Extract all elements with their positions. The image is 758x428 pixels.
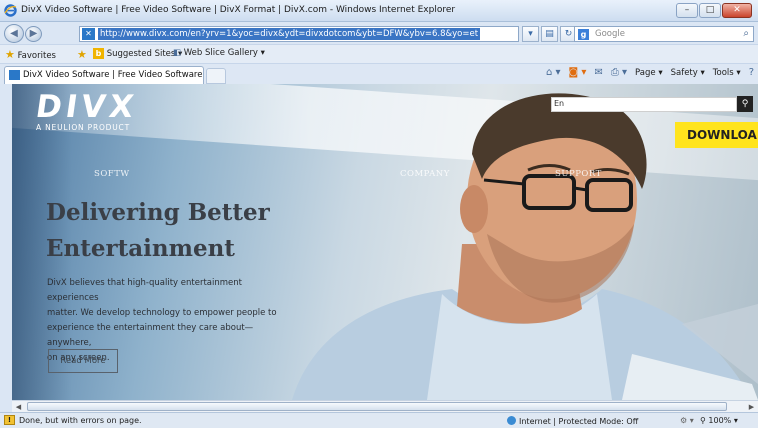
web-slice-icon: ◧: [173, 48, 182, 58]
site-search-value[interactable]: En: [554, 99, 564, 108]
site-search-button[interactable]: ⚲: [737, 96, 753, 112]
add-favorite-button[interactable]: ★: [77, 48, 87, 61]
search-icon[interactable]: ⌕: [743, 28, 749, 39]
horizontal-scrollbar[interactable]: ◀ ▶: [12, 400, 758, 412]
print-icon[interactable]: ⎙ ▾: [611, 67, 627, 78]
safety-menu[interactable]: Safety ▾: [671, 68, 705, 78]
address-dropdown-button[interactable]: ▾: [522, 26, 539, 42]
logo-wordmark: DIVX: [33, 89, 140, 125]
scroll-left-icon[interactable]: ◀: [13, 402, 24, 412]
tab-row: DivX Video Software | Free Video Softwar…: [0, 64, 758, 84]
add-favorite-icon: ★: [77, 48, 87, 61]
refresh-icon: ↻: [564, 29, 573, 39]
page-viewport: DIVX A NEULION PRODUCT En ⚲ DOWNLOAD SOF…: [12, 84, 758, 400]
compatibility-view-button[interactable]: ▤: [541, 26, 558, 42]
window-title: DivX Video Software | Free Video Softwar…: [21, 5, 456, 15]
divx-logo[interactable]: DIVX A NEULION PRODUCT: [33, 89, 140, 132]
browser-search-box[interactable]: g Google ⌕: [574, 26, 754, 42]
body-line-1: DivX believes that high-quality entertai…: [47, 278, 242, 303]
scrollbar-thumb[interactable]: [27, 402, 727, 411]
favorites-button[interactable]: ★ Favorites: [5, 48, 56, 61]
search-provider-icon: g: [578, 29, 589, 40]
tools-menu[interactable]: Tools ▾: [713, 68, 741, 78]
read-more-button[interactable]: Read More: [48, 349, 118, 373]
download-button[interactable]: DOWNLOAD: [675, 122, 758, 148]
help-icon[interactable]: ?: [749, 67, 754, 78]
tab-label: DivX Video Software | Free Video Softwar…: [23, 70, 203, 80]
close-window-button[interactable]: ✕: [722, 3, 752, 18]
headline-line-1: Delivering Better: [46, 199, 270, 226]
address-row: ◀ ▶ ✕ http://www.divx.com/en?yrv=1&yoc=d…: [0, 22, 758, 44]
favorites-label: Favorites: [17, 51, 56, 61]
globe-icon: [507, 416, 516, 425]
tab-favicon-icon: [9, 70, 20, 80]
chevron-down-icon: ▾: [528, 29, 533, 39]
nav-support[interactable]: SUPPORT: [555, 169, 602, 179]
new-tab-button[interactable]: [206, 68, 226, 84]
zoom-value: 100%: [708, 416, 732, 425]
security-zone-label: Internet | Protected Mode: Off: [519, 417, 639, 426]
web-slice-gallery-link[interactable]: ◧ Web Slice Gallery ▾: [173, 48, 265, 58]
tab-divx[interactable]: DivX Video Software | Free Video Softwar…: [4, 66, 204, 84]
address-bar[interactable]: ✕ http://www.divx.com/en?yrv=1&yoc=divx&…: [79, 26, 519, 42]
nav-company[interactable]: COMPANY: [400, 169, 450, 179]
zoom-icon: ⚲: [700, 416, 706, 425]
home-icon[interactable]: ⌂ ▾: [546, 67, 561, 78]
command-bar: ⌂ ▾ ◙ ▾ ✉ ⎙ ▾ Page ▾ Safety ▾ Tools ▾ ?: [546, 67, 754, 78]
suggested-sites-icon: b: [93, 48, 104, 59]
nav-software[interactable]: SOFTW: [94, 169, 130, 179]
scroll-right-icon[interactable]: ▶: [746, 402, 757, 412]
suggested-sites-link[interactable]: b Suggested Sites ▾: [93, 48, 182, 59]
suggested-sites-label: Suggested Sites ▾: [106, 49, 183, 59]
hero-headline: Delivering Better Entertainment: [46, 195, 270, 267]
back-button[interactable]: ◀: [4, 24, 24, 43]
back-arrow-icon: ◀: [10, 28, 18, 39]
zoom-level[interactable]: ⚲ 100% ▾: [700, 416, 738, 425]
headline-line-2: Entertainment: [46, 235, 235, 262]
browser-search-input[interactable]: Google: [595, 29, 625, 39]
protected-mode-icon[interactable]: ⚙ ▾: [680, 416, 694, 425]
page-menu[interactable]: Page ▾: [635, 68, 663, 78]
site-favicon-icon: ✕: [82, 28, 95, 40]
status-bar: ! Done, but with errors on page. Interne…: [0, 412, 758, 428]
security-zone[interactable]: Internet | Protected Mode: Off: [507, 416, 638, 426]
error-warning-icon[interactable]: !: [4, 415, 15, 425]
address-url[interactable]: http://www.divx.com/en?yrv=1&yoc=divx&yd…: [98, 28, 481, 40]
internet-explorer-icon: [4, 4, 17, 17]
favorites-star-icon: ★: [5, 48, 15, 61]
body-line-3: experience the entertainment they care a…: [47, 323, 254, 348]
status-message[interactable]: Done, but with errors on page.: [19, 416, 142, 425]
web-slice-gallery-label: Web Slice Gallery ▾: [183, 48, 265, 58]
forward-button[interactable]: ▶: [25, 26, 42, 42]
favorites-bar: ★ Favorites ★ b Suggested Sites ▾ ◧ Web …: [0, 44, 758, 64]
title-bar: DivX Video Software | Free Video Softwar…: [0, 0, 758, 22]
body-line-2: matter. We develop technology to empower…: [47, 308, 277, 318]
compatibility-icon: ▤: [545, 29, 554, 39]
search-icon: ⚲: [741, 99, 749, 109]
mail-icon[interactable]: ✉: [594, 67, 602, 78]
forward-arrow-icon: ▶: [29, 28, 38, 39]
restore-button[interactable]: □: [699, 3, 721, 18]
minimize-button[interactable]: –: [676, 3, 698, 18]
site-search-field[interactable]: En: [551, 97, 737, 112]
rss-feed-icon[interactable]: ◙ ▾: [569, 67, 587, 78]
